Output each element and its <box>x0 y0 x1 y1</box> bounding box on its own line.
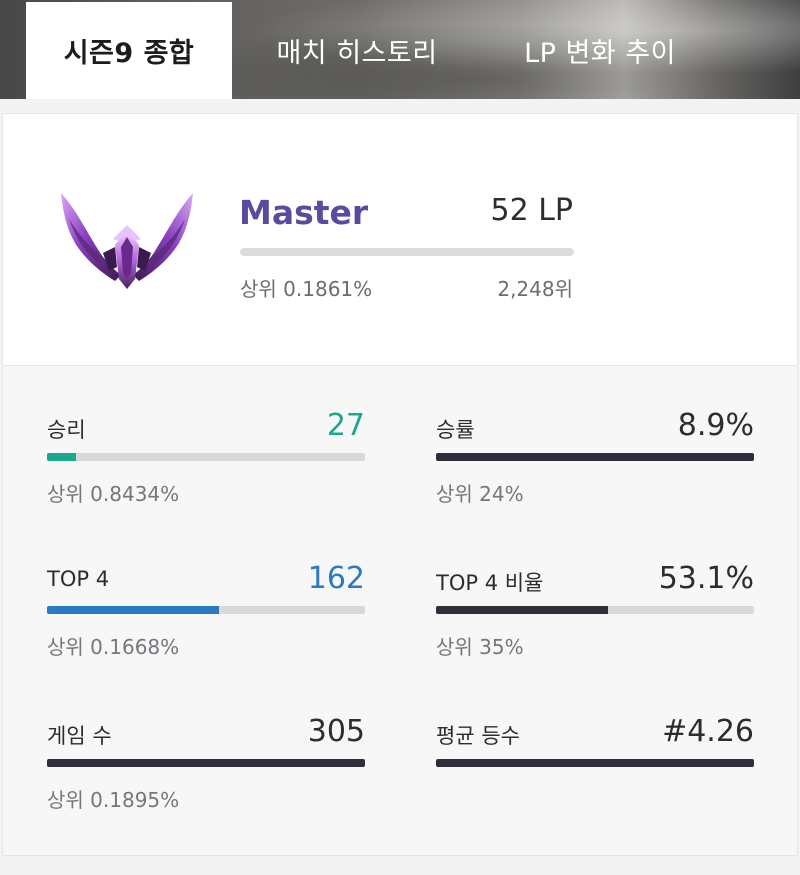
stat-value: #4.26 <box>662 714 754 749</box>
stat-percentile: 상위 0.1895% <box>47 788 180 812</box>
league-points: 52 LP <box>490 193 573 228</box>
tier-name: Master <box>239 193 369 232</box>
tab-match-history[interactable]: 매치 히스토리 <box>262 2 452 99</box>
stat-top4-rate: TOP 4 비율 53.1% 상위 35% <box>436 519 754 659</box>
stat-value: 53.1% <box>658 561 754 596</box>
stat-label: 승리 <box>47 418 86 442</box>
stat-bar-fill <box>436 606 608 614</box>
stat-average-placement: 평균 등수 #4.26 <box>436 672 754 782</box>
tab-header: 시즌9 종합 매치 히스토리 LP 변화 추이 <box>0 0 800 99</box>
stat-label: 평균 등수 <box>436 724 520 748</box>
stat-bar <box>47 606 365 614</box>
tab-season9-overview[interactable]: 시즌9 종합 <box>26 2 232 99</box>
stat-bar-fill <box>436 759 754 767</box>
stat-percentile: 상위 24% <box>436 482 524 506</box>
stat-bar <box>436 606 754 614</box>
stat-games-played: 게임 수 305 상위 0.1895% <box>47 672 365 812</box>
stat-bar <box>436 453 754 461</box>
stat-winrate: 승률 8.9% 상위 24% <box>436 366 754 506</box>
rank-percentile: 상위 0.1861% <box>240 277 373 301</box>
stat-value: 27 <box>326 408 365 443</box>
stats-card: 승리 27 상위 0.8434% 승률 8.9% 상위 24% TOP 4 16… <box>2 366 798 856</box>
stat-label: TOP 4 비율 <box>436 571 544 595</box>
stat-percentile: 상위 0.8434% <box>47 482 180 506</box>
stat-label: TOP 4 <box>47 567 110 591</box>
stat-bar <box>47 759 365 767</box>
stat-bar-fill <box>436 453 754 461</box>
stat-percentile: 상위 0.1668% <box>47 635 180 659</box>
tab-lp-trend[interactable]: LP 변화 추이 <box>510 2 690 99</box>
stat-wins: 승리 27 상위 0.8434% <box>47 366 365 506</box>
stat-bar <box>436 759 754 767</box>
stat-label: 승률 <box>436 418 475 442</box>
rank-summary-card: Master 52 LP 상위 0.1861% 2,248위 <box>2 113 798 366</box>
stat-bar-fill <box>47 606 219 614</box>
stat-label: 게임 수 <box>47 724 112 748</box>
stat-value: 162 <box>307 561 365 596</box>
lp-progress-bar <box>240 248 574 256</box>
stat-bar <box>47 453 365 461</box>
stat-top4: TOP 4 162 상위 0.1668% <box>47 519 365 659</box>
stat-bar-fill <box>47 759 365 767</box>
stat-percentile: 상위 35% <box>436 635 524 659</box>
stat-bar-fill <box>47 453 76 461</box>
stat-value: 8.9% <box>677 408 754 443</box>
master-tier-emblem-icon <box>61 193 193 289</box>
stat-value: 305 <box>307 714 365 749</box>
rank-position: 2,248위 <box>497 277 573 301</box>
